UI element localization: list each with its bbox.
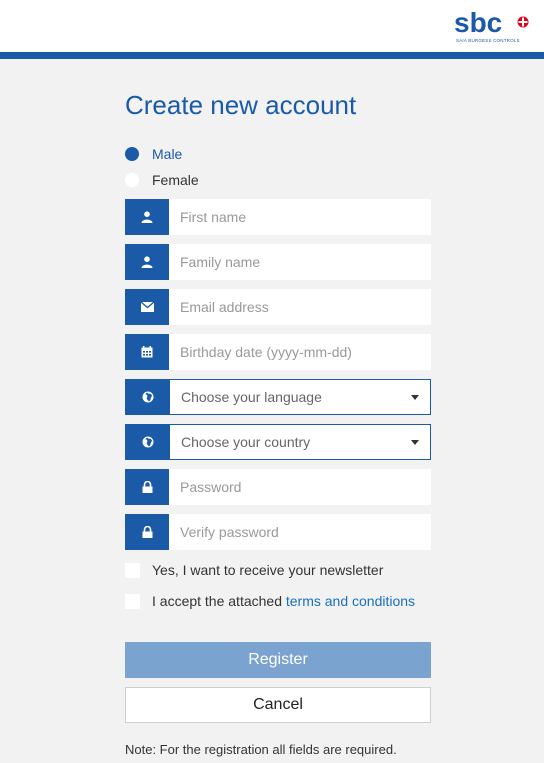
terms-label-prefix: I accept the attached <box>152 593 286 609</box>
caret-down-icon <box>400 380 430 414</box>
register-button[interactable]: Register <box>125 642 431 678</box>
female-radio[interactable] <box>125 173 139 187</box>
newsletter-checkbox[interactable] <box>125 562 140 578</box>
country-select-value: Choose your country <box>181 434 311 450</box>
male-label: Male <box>152 146 183 162</box>
email-input[interactable]: Email address <box>169 289 431 325</box>
first-name-input[interactable]: First name <box>169 199 431 235</box>
password-field[interactable]: Password <box>125 469 431 505</box>
user-icon <box>125 199 169 235</box>
envelope-icon <box>125 289 169 325</box>
header-blue-band <box>0 52 544 59</box>
verify-password-input[interactable]: Verify password <box>169 514 431 550</box>
required-note: Note: For the registration all fields ar… <box>125 742 397 757</box>
logo-subtext: SAIA BURGESS CONTROLS <box>456 38 520 43</box>
cancel-button[interactable]: Cancel <box>125 687 431 723</box>
terms-label: I accept the attached terms and conditio… <box>152 593 415 609</box>
globe-icon <box>126 380 170 414</box>
newsletter-option[interactable]: Yes, I want to receive your newsletter <box>125 561 383 579</box>
gender-option-male[interactable]: Male <box>125 145 182 163</box>
logo-cross-icon <box>517 16 529 28</box>
caret-down-icon <box>400 425 430 459</box>
newsletter-label: Yes, I want to receive your newsletter <box>152 562 384 578</box>
header-bar: sbc SAIA BURGESS CONTROLS <box>0 0 544 52</box>
birthday-field[interactable]: Birthday date (yyyy-mm-dd) <box>125 334 431 370</box>
email-field[interactable]: Email address <box>125 289 431 325</box>
gender-option-female[interactable]: Female <box>125 171 199 189</box>
language-select-value: Choose your language <box>181 389 322 405</box>
user-icon <box>125 244 169 280</box>
lock-icon <box>125 469 169 505</box>
calendar-icon <box>125 334 169 370</box>
logo-text: sbc <box>454 7 503 38</box>
sbc-logo: sbc SAIA BURGESS CONTROLS <box>454 8 534 48</box>
female-label: Female <box>152 172 199 188</box>
family-name-input[interactable]: Family name <box>169 244 431 280</box>
terms-option[interactable]: I accept the attached terms and conditio… <box>125 592 415 610</box>
first-name-field[interactable]: First name <box>125 199 431 235</box>
country-select[interactable]: Choose your country <box>125 424 431 460</box>
family-name-field[interactable]: Family name <box>125 244 431 280</box>
terms-checkbox[interactable] <box>125 593 140 609</box>
terms-link[interactable]: terms and conditions <box>286 593 415 609</box>
male-radio[interactable] <box>125 147 139 161</box>
globe-icon <box>126 425 170 459</box>
page-title: Create new account <box>125 90 357 120</box>
lock-icon <box>125 514 169 550</box>
birthday-input[interactable]: Birthday date (yyyy-mm-dd) <box>169 334 431 370</box>
language-select[interactable]: Choose your language <box>125 379 431 415</box>
password-input[interactable]: Password <box>169 469 431 505</box>
verify-password-field[interactable]: Verify password <box>125 514 431 550</box>
